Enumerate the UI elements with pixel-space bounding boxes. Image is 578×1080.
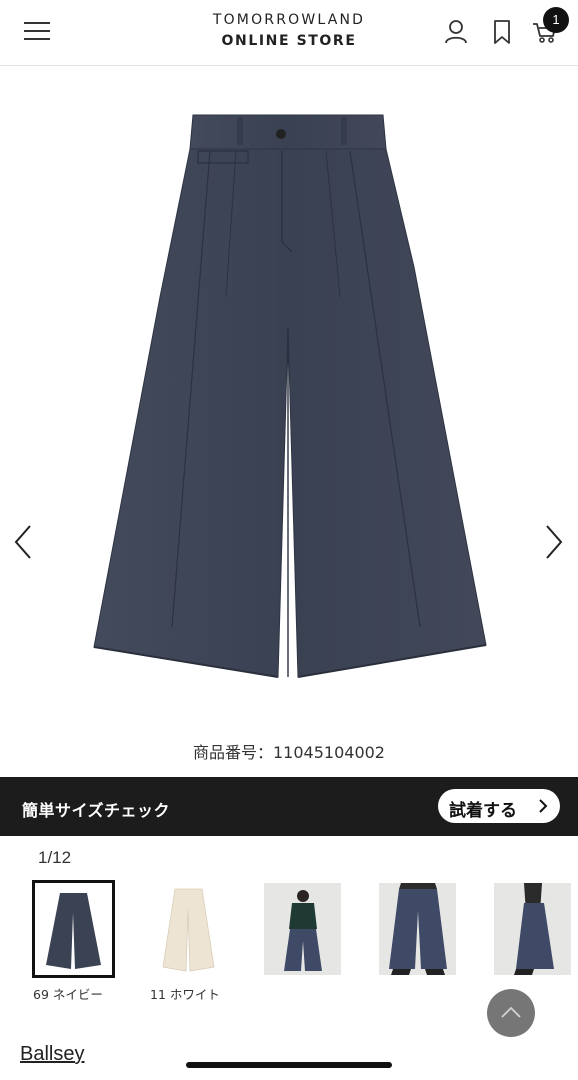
previous-image-chevron-left-icon[interactable] [12,522,36,562]
size-check-title: 簡単サイズチェック [22,801,171,820]
chevron-right-icon [539,799,548,813]
home-indicator [186,1062,392,1068]
product-number: 商品番号：11045104002 [193,743,385,762]
chevron-up-icon [501,1006,521,1018]
image-counter: 1/12 [38,848,72,867]
site-header: TOMORROWLAND ONLINE STORE 1 [0,0,578,66]
product-main-image[interactable] [0,67,578,717]
thumbnail-model-front[interactable] [264,883,341,975]
thumbnail-model-closeup[interactable] [379,883,456,975]
try-on-button[interactable]: 試着する [438,789,560,823]
bookmark-icon[interactable] [489,18,515,46]
thumbnail-model-side[interactable] [494,883,571,975]
cart-count-badge: 1 [543,7,569,33]
next-image-chevron-right-icon[interactable] [541,522,565,562]
brand-link[interactable]: Ballsey [20,1043,84,1066]
size-check-bar: 簡単サイズチェック 試着する [0,777,578,836]
thumbnail-label-navy: 69 ネイビー [33,987,103,1002]
thumbnail-navy[interactable] [32,880,115,978]
user-icon[interactable] [443,18,469,46]
thumbnail-white[interactable] [150,883,227,975]
thumbnail-label-white: 11 ホワイト [150,987,220,1002]
try-on-button-label: 試着する [449,801,517,821]
scroll-to-top-button[interactable] [487,989,535,1037]
